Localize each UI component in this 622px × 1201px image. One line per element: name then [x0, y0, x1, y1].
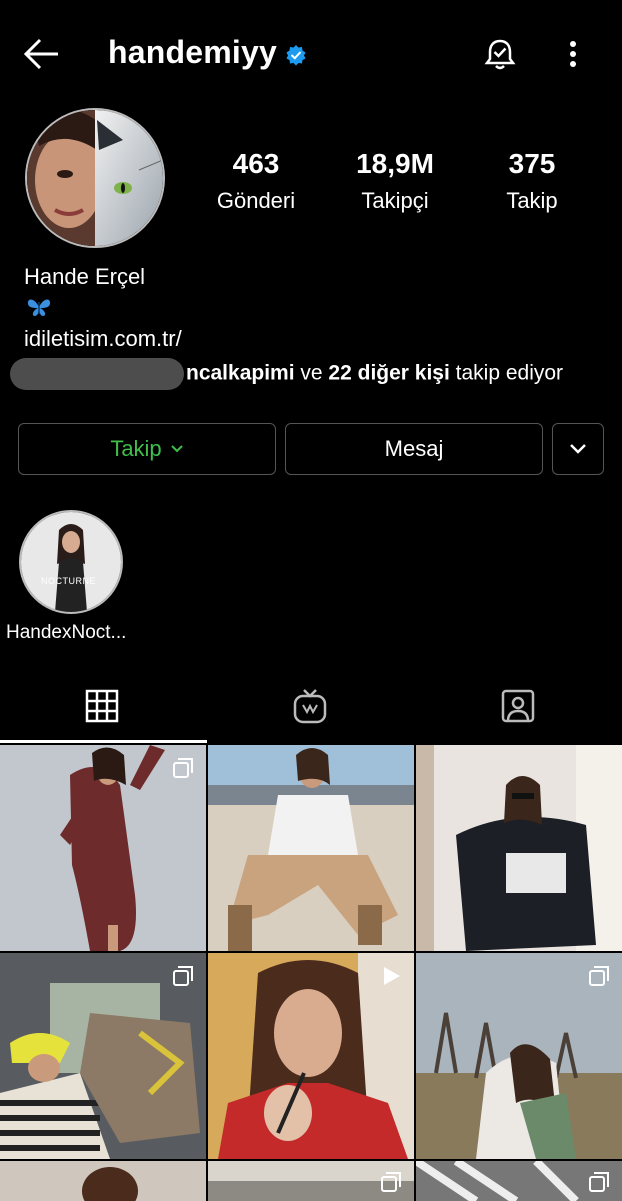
video-play-icon	[384, 967, 400, 985]
followed-by-user: ncalkapimi	[186, 361, 295, 385]
stat-followers-label: Takipçi	[361, 188, 429, 213]
highlight-label: HandexNoct...	[6, 622, 127, 643]
stat-following-value: 375	[508, 148, 556, 179]
stat-posts[interactable]: 463 Gönderi	[186, 148, 326, 214]
post-thumbnail[interactable]	[416, 745, 622, 951]
butterfly-icon	[27, 299, 51, 316]
suggested-accounts-button[interactable]	[552, 423, 604, 475]
back-arrow-icon	[23, 38, 58, 70]
multi-photo-icon	[589, 966, 609, 986]
bio-emoji	[26, 296, 52, 318]
igtv-icon	[293, 689, 327, 724]
post-thumbnail[interactable]	[208, 953, 414, 1159]
message-button-label: Mesaj	[384, 436, 444, 461]
grid-tab[interactable]	[84, 688, 124, 728]
chevron-down-icon	[170, 445, 183, 453]
redacted-username	[10, 358, 184, 390]
tagged-tab[interactable]	[500, 688, 540, 728]
chevron-down-icon	[570, 444, 586, 454]
avatar-image	[27, 110, 163, 246]
active-tab-indicator	[0, 740, 207, 743]
profile-link[interactable]: idiletisim.com.tr/	[24, 326, 182, 352]
highlight-cover-text: NOCTURNE	[41, 576, 96, 586]
igtv-tab[interactable]	[292, 688, 332, 728]
stat-following[interactable]: 375 Takip	[462, 148, 602, 214]
highlight-image: NOCTURNE	[21, 512, 121, 612]
multi-photo-icon	[381, 1172, 401, 1192]
grid-icon	[85, 689, 119, 723]
post-thumbnail[interactable]	[416, 1161, 622, 1201]
follow-button-label: Takip	[110, 436, 162, 461]
post-image	[0, 1161, 206, 1201]
stat-following-label: Takip	[506, 188, 558, 213]
posts-grid	[0, 745, 622, 1201]
followed-by-others: 22 diğer kişi	[328, 361, 450, 385]
post-thumbnail[interactable]	[208, 745, 414, 951]
stat-posts-label: Gönderi	[216, 188, 296, 213]
profile-avatar[interactable]	[25, 108, 165, 248]
message-button[interactable]: Mesaj	[285, 423, 543, 475]
profile-full-name: Hande Erçel	[24, 264, 146, 289]
followed-by-connector: ve	[294, 361, 329, 385]
multi-photo-icon	[173, 966, 193, 986]
post-thumbnail[interactable]	[0, 745, 206, 951]
post-image	[208, 745, 414, 951]
notification-button[interactable]	[482, 36, 518, 72]
post-thumbnail[interactable]	[416, 953, 622, 1159]
post-image	[416, 745, 622, 951]
more-options-icon	[570, 41, 576, 67]
multi-photo-icon	[589, 1172, 609, 1192]
stat-followers[interactable]: 18,9M Takipçi	[325, 148, 465, 214]
tagged-person-icon	[501, 689, 535, 723]
back-button[interactable]	[22, 36, 62, 72]
post-thumbnail[interactable]	[0, 953, 206, 1159]
notification-bell-icon	[484, 39, 516, 70]
username-text: handemiyy	[108, 34, 277, 70]
stat-posts-value: 463	[232, 148, 280, 179]
post-thumbnail[interactable]	[0, 1161, 206, 1201]
highlight-cover[interactable]: NOCTURNE	[19, 510, 123, 614]
more-options-button[interactable]	[562, 36, 584, 72]
verified-badge-icon	[286, 44, 306, 66]
stat-followers-value: 18,9M	[356, 148, 434, 179]
multi-photo-icon	[173, 758, 193, 778]
follow-button[interactable]: Takip	[18, 423, 276, 475]
post-thumbnail[interactable]	[208, 1161, 414, 1201]
followed-by-suffix: takip ediyor	[449, 361, 564, 385]
profile-username: handemiyy	[108, 34, 307, 71]
followed-by-text[interactable]: ncalkapimi ve 22 diğer kişi takip ediyor	[10, 358, 563, 390]
